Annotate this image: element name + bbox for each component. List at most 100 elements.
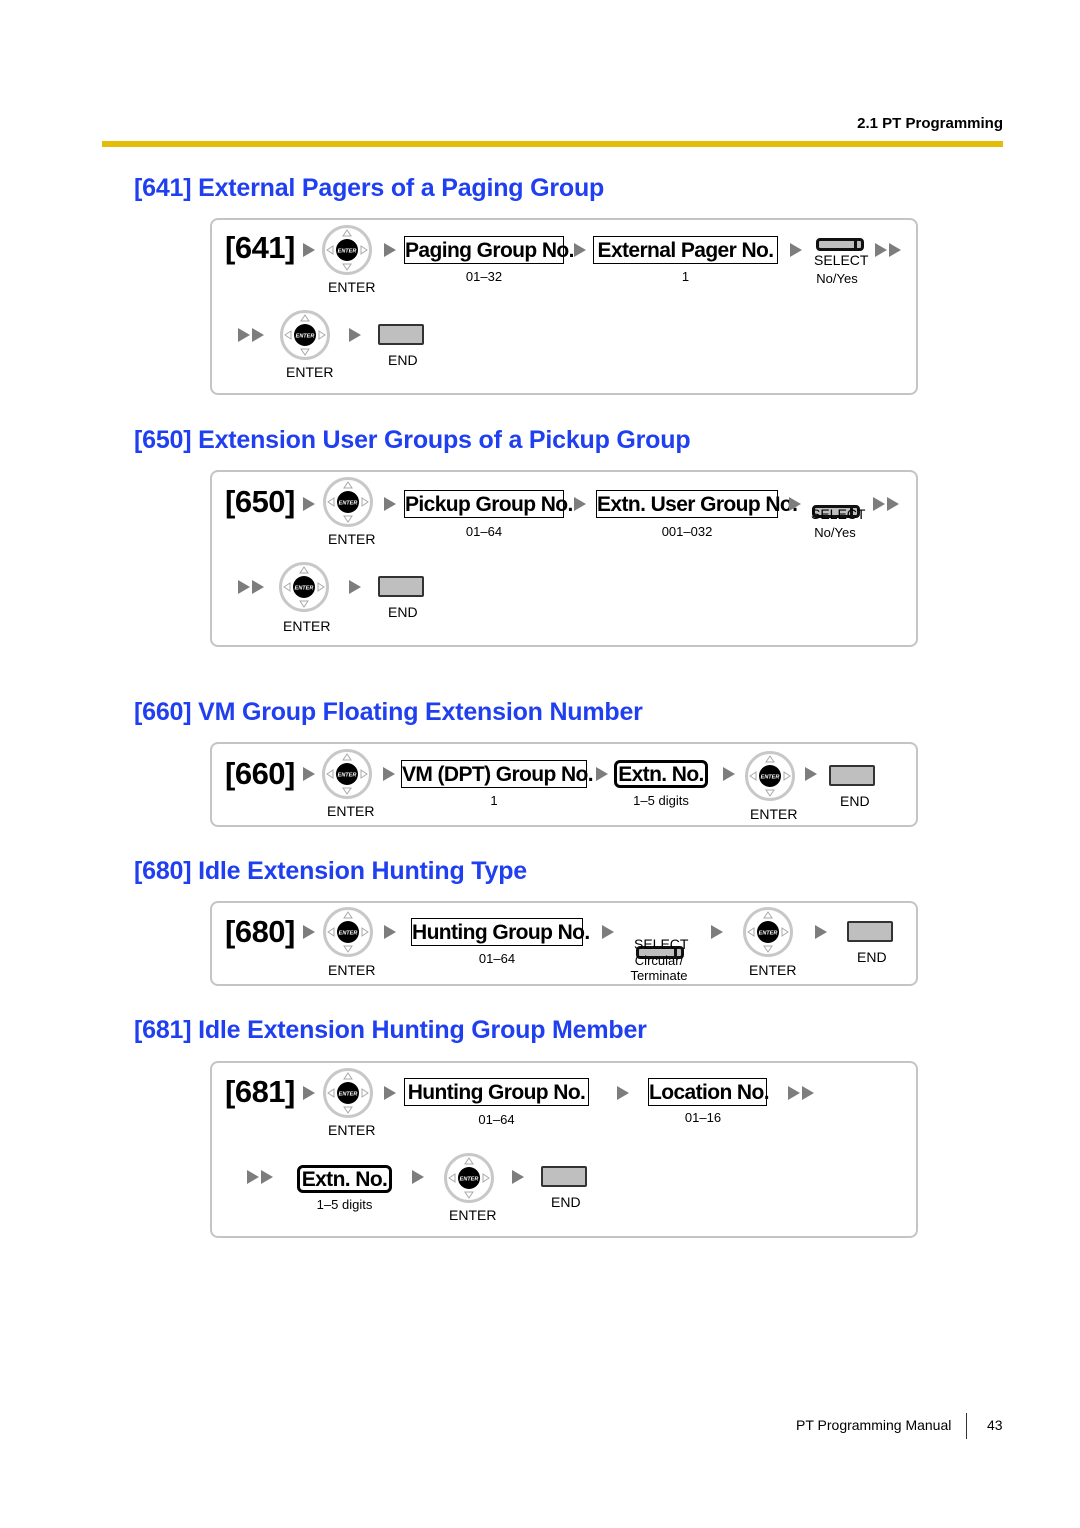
range-extn-user-group-no: 001–032	[661, 524, 713, 539]
arrow-icon	[384, 243, 396, 257]
end-key-icon[interactable]	[541, 1166, 587, 1187]
arrow-icon	[574, 243, 586, 257]
end-key-icon[interactable]	[378, 576, 424, 597]
end-label: END	[551, 1194, 581, 1210]
arrow-icon	[602, 925, 614, 939]
select-option-circular: Circular/	[634, 953, 684, 968]
program-code: [641]	[225, 230, 295, 265]
select-label: SELECT	[634, 936, 689, 952]
enter-navigator-icon[interactable]: ENTER	[323, 907, 373, 957]
arrow-icon	[711, 925, 723, 939]
select-options: Circular/ Terminate	[624, 953, 694, 983]
section-title-681: [681] Idle Extension Hunting Group Membe…	[134, 1016, 647, 1044]
range-vm-dpt-group-no: 1	[490, 793, 498, 808]
double-arrow-icon	[238, 328, 264, 342]
field-extn-user-group-no[interactable]: Extn. User Group No.	[596, 490, 798, 518]
footer-divider	[966, 1413, 967, 1439]
arrow-icon	[303, 925, 315, 939]
arrow-icon	[617, 1086, 629, 1100]
enter-label: ENTER	[283, 618, 331, 634]
end-key-icon[interactable]	[829, 765, 875, 786]
field-pickup-group-no[interactable]: Pickup Group No.	[404, 490, 573, 518]
enter-label: ENTER	[449, 1207, 497, 1223]
enter-navigator-icon[interactable]: ENTER	[323, 1068, 373, 1118]
svg-text:ENTER: ENTER	[295, 585, 314, 591]
double-arrow-icon	[238, 580, 264, 594]
enter-label: ENTER	[328, 279, 376, 295]
end-key-icon[interactable]	[378, 324, 424, 345]
select-key-icon[interactable]	[816, 238, 864, 251]
enter-navigator-icon[interactable]: ENTER	[745, 751, 795, 801]
range-pickup-group-no: 01–64	[465, 524, 503, 539]
section-title-680: [680] Idle Extension Hunting Type	[134, 857, 527, 885]
double-arrow-icon	[788, 1086, 814, 1100]
arrow-icon	[789, 497, 801, 511]
arrow-icon	[303, 243, 315, 257]
arrow-icon	[303, 1086, 315, 1100]
section-title-650: [650] Extension User Groups of a Pickup …	[134, 426, 691, 454]
arrow-icon	[349, 580, 361, 594]
field-location-no[interactable]: Location No.	[648, 1078, 770, 1106]
arrow-icon	[790, 243, 802, 257]
end-label: END	[840, 793, 870, 809]
arrow-icon	[512, 1170, 524, 1184]
arrow-icon	[384, 497, 396, 511]
arrow-icon	[596, 767, 608, 781]
page-number: 43	[987, 1417, 1003, 1433]
arrow-icon	[574, 497, 586, 511]
svg-text:ENTER: ENTER	[759, 930, 778, 936]
enter-navigator-icon[interactable]: ENTER	[322, 225, 372, 275]
range-hunting-group-no: 01–64	[478, 1112, 515, 1127]
program-code: [680]	[225, 914, 295, 949]
enter-navigator-icon[interactable]: ENTER	[279, 562, 329, 612]
enter-label: ENTER	[286, 364, 334, 380]
svg-text:ENTER: ENTER	[460, 1176, 479, 1182]
field-hunting-group-no[interactable]: Hunting Group No.	[411, 918, 590, 946]
double-arrow-icon	[875, 243, 901, 257]
arrow-icon	[815, 925, 827, 939]
arrow-icon	[384, 925, 396, 939]
arrow-icon	[383, 767, 395, 781]
arrow-icon	[723, 767, 735, 781]
header-rule	[102, 141, 1003, 147]
end-key-icon[interactable]	[847, 921, 893, 942]
enter-navigator-icon[interactable]: ENTER	[444, 1153, 494, 1203]
enter-navigator-icon[interactable]: ENTER	[322, 749, 372, 799]
select-options: No/Yes	[816, 271, 858, 286]
field-extn-no[interactable]: Extn. No.	[297, 1165, 392, 1193]
enter-label: ENTER	[327, 803, 375, 819]
svg-text:ENTER: ENTER	[339, 500, 358, 506]
enter-label: ENTER	[328, 531, 376, 547]
double-arrow-icon	[873, 497, 899, 511]
section-title-641: [641] External Pagers of a Paging Group	[134, 174, 605, 202]
svg-text:ENTER: ENTER	[761, 774, 780, 780]
range-hunting-group-no: 01–64	[478, 951, 516, 966]
arrow-icon	[349, 328, 361, 342]
field-hunting-group-no[interactable]: Hunting Group No.	[404, 1078, 589, 1106]
section-title-660: [660] VM Group Floating Extension Number	[134, 698, 643, 726]
range-external-pager-no: 1	[681, 269, 690, 284]
program-code: [660]	[225, 756, 295, 791]
arrow-icon	[412, 1170, 424, 1184]
end-label: END	[857, 949, 887, 965]
enter-navigator-icon[interactable]: ENTER	[743, 907, 793, 957]
end-label: END	[388, 352, 418, 368]
select-option-terminate: Terminate	[630, 968, 688, 983]
range-extn-no: 1–5 digits	[633, 793, 689, 808]
field-extn-no[interactable]: Extn. No.	[614, 760, 708, 788]
field-paging-group-no[interactable]: Paging Group No.	[404, 236, 574, 264]
running-header-section: 2.1 PT Programming	[857, 115, 1003, 132]
range-location-no: 01–16	[684, 1110, 722, 1125]
arrow-icon	[384, 1086, 396, 1100]
enter-navigator-icon[interactable]: ENTER	[280, 310, 330, 360]
field-external-pager-no[interactable]: External Pager No.	[593, 236, 778, 264]
svg-text:ENTER: ENTER	[296, 333, 315, 339]
range-extn-no: 1–5 digits	[316, 1197, 373, 1212]
svg-text:ENTER: ENTER	[339, 930, 358, 936]
select-label: SELECT	[811, 506, 866, 522]
enter-navigator-icon[interactable]: ENTER	[323, 477, 373, 527]
program-code: [681]	[225, 1074, 295, 1109]
double-arrow-icon	[247, 1170, 273, 1184]
enter-label: ENTER	[328, 1122, 376, 1138]
field-vm-dpt-group-no[interactable]: VM (DPT) Group No.	[401, 760, 594, 788]
